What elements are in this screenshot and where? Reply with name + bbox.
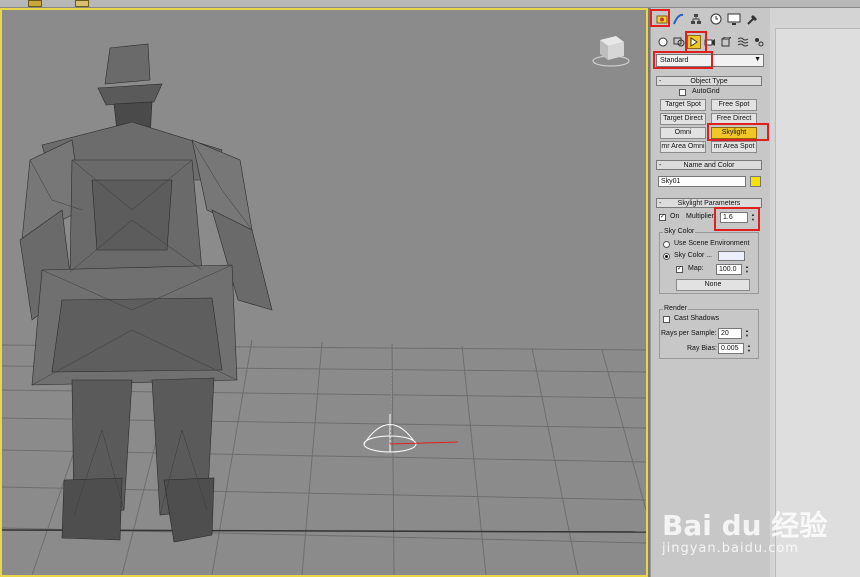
shapes-icon[interactable] [672, 35, 686, 49]
viewport-scene [2, 36, 646, 575]
autogrid-label: AutoGrid [692, 88, 720, 95]
free-direct-button[interactable]: Free Direct [711, 113, 757, 125]
sky-color-radio[interactable] [663, 253, 670, 260]
geometry-icon[interactable] [656, 35, 670, 49]
chevron-down-icon: ▼ [754, 56, 761, 63]
use-scene-env-label: Use Scene Environment [674, 240, 750, 247]
omni-button[interactable]: Omni [660, 127, 706, 139]
sky-color-group-title: Sky Color [663, 228, 696, 235]
rollout-title: Skylight Parameters [677, 200, 741, 207]
helpers-icon[interactable] [719, 35, 733, 49]
cast-shadows-checkbox[interactable] [663, 316, 670, 323]
map-none-button[interactable]: None [676, 279, 750, 291]
modify-tab-icon[interactable] [670, 11, 686, 26]
systems-icon[interactable] [752, 35, 766, 49]
hierarchy-tab-icon[interactable] [688, 11, 704, 26]
skylight-axis-x [389, 441, 459, 445]
spacewarps-icon[interactable] [736, 35, 750, 49]
mr-area-spot-button[interactable]: mr Area Spot [711, 141, 757, 153]
ray-bias-spinner[interactable]: ▲ ▼ [746, 343, 752, 354]
toolbar-icon[interactable] [28, 0, 42, 7]
ray-bias-label: Ray Bias: [687, 345, 717, 352]
name-and-color-rollout-header[interactable]: - Name and Color [656, 160, 762, 170]
top-toolbar [0, 0, 860, 8]
autogrid-checkbox[interactable] [679, 89, 686, 96]
render-group-title: Render [663, 305, 688, 312]
rollout-title: Name and Color [683, 162, 735, 169]
motion-tab-icon[interactable] [708, 11, 724, 26]
target-direct-button[interactable]: Target Direct [660, 113, 706, 125]
rollout-title: Object Type [690, 78, 728, 85]
map-checkbox[interactable]: ✓ [676, 266, 683, 273]
map-amount-spinner[interactable]: ▲ ▼ [744, 264, 750, 275]
skylight-parameters-rollout-header[interactable]: - Skylight Parameters [656, 198, 762, 208]
watermark-brand: Bai du 经验 [662, 509, 828, 542]
multiplier-spinner[interactable]: ▲ ▼ [750, 212, 756, 223]
cameras-icon[interactable] [703, 35, 717, 49]
skylight-helper-gizmo[interactable] [363, 414, 417, 453]
object-category-dropdown[interactable]: Standard ▼ [656, 54, 764, 67]
free-spot-button[interactable]: Free Spot [711, 99, 757, 111]
mr-area-omni-button[interactable]: mr Area Omni [660, 141, 706, 153]
map-label: Map: [688, 265, 704, 272]
rays-per-sample-spinner[interactable]: ▲ ▼ [744, 328, 750, 339]
target-spot-button[interactable]: Target Spot [660, 99, 706, 111]
sky-color-swatch[interactable] [718, 251, 745, 261]
multiplier-label: Multiplier: [686, 213, 716, 220]
watermark-url: jingyan.baidu.com [662, 541, 799, 556]
object-color-swatch[interactable] [750, 176, 761, 187]
multiplier-field[interactable]: 1.6 [720, 212, 748, 223]
rays-per-sample-label: Rays per Sample: [661, 330, 717, 337]
perspective-viewport[interactable] [0, 8, 648, 577]
viewcube-widget[interactable] [592, 36, 630, 67]
on-checkbox[interactable]: ✓ [659, 214, 666, 221]
collapse-icon: - [659, 78, 662, 85]
display-tab-icon[interactable] [726, 11, 742, 26]
map-amount-field[interactable]: 100.0 [716, 264, 742, 275]
rays-per-sample-field[interactable]: 20 [718, 328, 742, 339]
collapse-icon: - [659, 162, 662, 169]
object-type-rollout-header[interactable]: - Object Type [656, 76, 762, 86]
dropdown-value: Standard [660, 57, 689, 64]
character-model[interactable] [19, 43, 273, 543]
baidu-watermark: Bai du 经验 jingyan.baidu.com [660, 486, 860, 577]
skylight-button[interactable]: Skylight [711, 127, 757, 139]
create-tab-icon[interactable] [654, 11, 670, 26]
collapse-icon: - [659, 200, 662, 207]
use-scene-env-radio[interactable] [663, 241, 670, 248]
cast-shadows-label: Cast Shadows [674, 315, 720, 322]
utilities-tab-icon[interactable] [744, 11, 760, 26]
sky-color-label: Sky Color ... [674, 252, 713, 259]
on-label: On [670, 213, 680, 220]
toolbar-icon[interactable] [75, 0, 89, 7]
lights-icon[interactable] [687, 35, 701, 49]
ray-bias-field[interactable]: 0.005 [718, 343, 744, 354]
object-name-field[interactable]: Sky01 [658, 176, 746, 187]
